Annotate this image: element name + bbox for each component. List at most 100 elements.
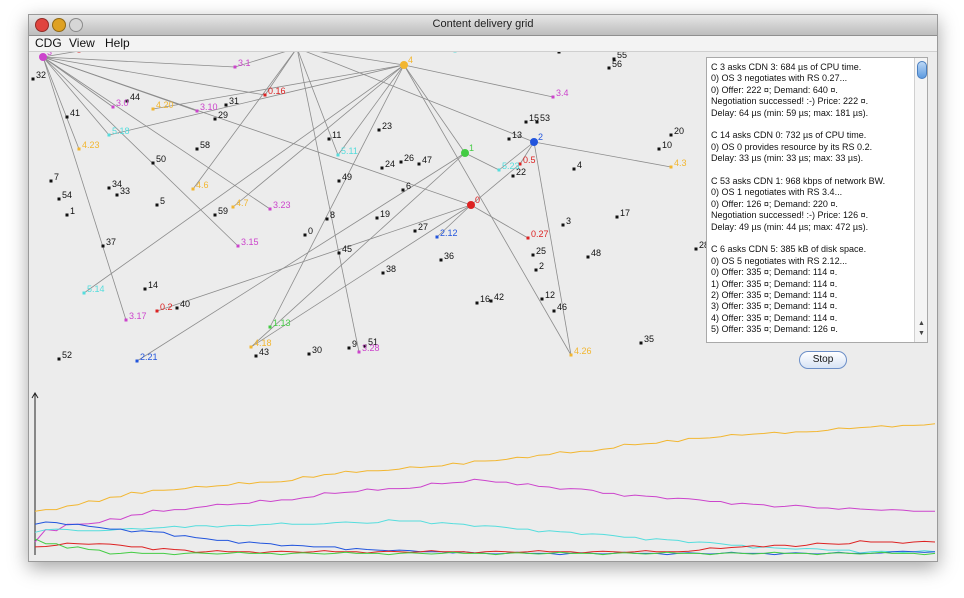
- scroll-thumb[interactable]: [917, 61, 927, 79]
- edge: [136, 152, 466, 362]
- client-node[interactable]: 59: [213, 206, 229, 217]
- resource-node[interactable]: 0.5: [518, 155, 536, 166]
- client-node[interactable]: 56: [607, 59, 623, 70]
- history-chart: [31, 392, 936, 556]
- client-node[interactable]: 50: [151, 154, 167, 165]
- client-node[interactable]: 48: [586, 248, 602, 259]
- cdn-hub-node[interactable]: 1: [461, 143, 474, 157]
- client-label: 48: [591, 248, 601, 258]
- resource-node[interactable]: 4.6: [191, 180, 209, 191]
- cdn-hub-node[interactable]: 2: [530, 132, 543, 146]
- client-node[interactable]: 1: [65, 206, 76, 217]
- resource-node[interactable]: 4.3: [669, 158, 687, 169]
- client-node[interactable]: 4: [572, 160, 583, 171]
- resource-node[interactable]: 0.2: [155, 302, 173, 313]
- client-node[interactable]: 52: [57, 350, 73, 361]
- client-label: 23: [382, 121, 392, 131]
- client-node[interactable]: 37: [101, 237, 117, 248]
- client-node[interactable]: 49: [337, 172, 353, 183]
- scroll-down-arrow-icon[interactable]: ▼: [918, 330, 925, 337]
- client-node[interactable]: 3: [561, 216, 572, 227]
- client-node[interactable]: 12: [540, 290, 556, 301]
- client-node[interactable]: 2: [534, 261, 545, 272]
- client-node[interactable]: 54: [57, 190, 73, 201]
- log-line: C 3 asks CDN 3: 684 µs of CPU time.: [711, 62, 862, 72]
- resource-node[interactable]: 0.16: [263, 86, 286, 97]
- client-node[interactable]: 32: [31, 70, 47, 81]
- resource-node[interactable]: 4.18: [249, 338, 272, 349]
- resource-node[interactable]: 4.7: [231, 198, 249, 209]
- resource-label: 5.11: [341, 146, 358, 156]
- log-line: 3) Offer: 335 ¤; Demand: 114 ¤.: [711, 301, 838, 312]
- resource-node[interactable]: 5.23: [497, 161, 520, 172]
- client-node[interactable]: 39: [557, 52, 573, 54]
- log-scrollbar[interactable]: ▲ ▼: [914, 58, 927, 342]
- client-label: 56: [612, 59, 622, 69]
- resource-node[interactable]: 5.11: [336, 146, 358, 157]
- client-node[interactable]: 0: [303, 226, 314, 237]
- client-node[interactable]: 10: [657, 140, 673, 151]
- log-line: Negotiation successed! :-) Price: 126 ¤.: [711, 210, 869, 221]
- client-label: 17: [620, 208, 630, 218]
- log-line: Negotiation successed! :-) Price: 222 ¤.: [711, 96, 869, 107]
- title-bar[interactable]: Content delivery grid: [29, 15, 937, 36]
- resource-node[interactable]: 5.29: [453, 52, 476, 53]
- resource-node[interactable]: 4.23: [77, 140, 100, 151]
- client-node[interactable]: 20: [669, 126, 685, 137]
- client-node[interactable]: 35: [639, 334, 655, 345]
- client-node[interactable]: 41: [65, 108, 81, 119]
- resource-node[interactable]: 3.15: [236, 237, 259, 248]
- client-node[interactable]: 19: [375, 209, 391, 220]
- client-node[interactable]: 58: [195, 140, 211, 151]
- client-node[interactable]: 14: [143, 280, 159, 291]
- client-node[interactable]: 23: [377, 121, 393, 132]
- client-node[interactable]: 26: [399, 153, 415, 164]
- menu-view[interactable]: View: [69, 36, 95, 51]
- client-node[interactable]: 46: [552, 302, 568, 313]
- stop-button[interactable]: Stop: [799, 351, 847, 369]
- log-panel[interactable]: C 3 asks CDN 3: 684 µs of CPU time. 0) OS…: [706, 57, 928, 343]
- resource-node[interactable]: 2.12: [435, 228, 458, 239]
- menu-cdg[interactable]: CDG: [35, 36, 62, 51]
- client-label: 7: [54, 172, 59, 182]
- client-node[interactable]: 13: [507, 130, 523, 141]
- resource-node[interactable]: 3.1: [233, 58, 251, 69]
- resource-node[interactable]: 3.23: [268, 200, 291, 211]
- client-node[interactable]: 47: [417, 155, 433, 166]
- resource-node[interactable]: 3.4: [551, 88, 569, 99]
- resource-node[interactable]: 4.26: [569, 346, 592, 357]
- client-node[interactable]: 6: [401, 181, 412, 192]
- client-node[interactable]: 43: [254, 347, 270, 358]
- scroll-up-arrow-icon[interactable]: ▲: [918, 320, 925, 327]
- resource-node[interactable]: 0.27: [526, 229, 549, 240]
- resource-label: 3.0: [116, 98, 129, 108]
- client-node[interactable]: 17: [615, 208, 631, 219]
- client-node[interactable]: 36: [439, 251, 455, 262]
- client-node[interactable]: 24: [380, 159, 396, 170]
- client-node[interactable]: 9: [347, 339, 358, 350]
- resource-node[interactable]: 2.21: [135, 352, 158, 363]
- resource-node[interactable]: 3.17: [124, 311, 147, 322]
- client-node[interactable]: 30: [307, 345, 323, 356]
- resource-node[interactable]: 3.0: [111, 98, 129, 109]
- resource-node[interactable]: 3.28: [357, 343, 380, 354]
- client-node[interactable]: 7: [49, 172, 60, 183]
- resource-label: 2.21: [140, 352, 158, 362]
- client-node[interactable]: 11: [327, 130, 342, 141]
- cdn-hub-label: 4: [408, 55, 413, 65]
- client-node[interactable]: 16: [475, 294, 491, 305]
- client-label: 12: [545, 290, 555, 300]
- edge: [403, 64, 466, 154]
- client-node[interactable]: 38: [381, 264, 397, 275]
- client-node[interactable]: 5: [155, 196, 166, 207]
- resource-label: 3.23: [273, 200, 291, 210]
- cdn-hub-node[interactable]: 0: [467, 195, 480, 209]
- client-node[interactable]: 42: [489, 292, 505, 303]
- client-label: 40: [180, 299, 190, 309]
- client-node[interactable]: 31: [224, 96, 240, 107]
- resource-label: 5.18: [112, 126, 130, 136]
- menu-help[interactable]: Help: [105, 36, 130, 51]
- resource-node[interactable]: 5.14: [82, 284, 105, 295]
- resource-node[interactable]: 0.19: [77, 52, 100, 53]
- client-node[interactable]: 25: [531, 246, 547, 257]
